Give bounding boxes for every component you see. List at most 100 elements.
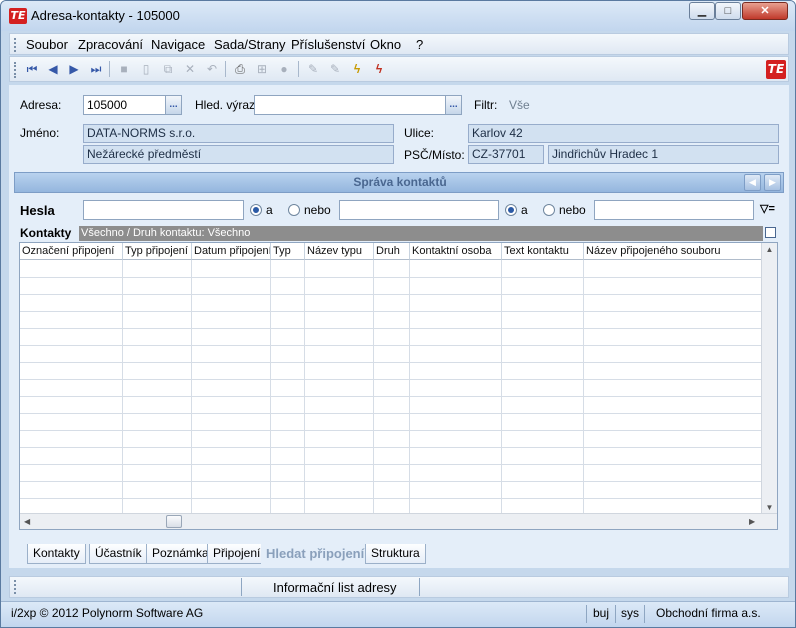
delete-icon[interactable]: ✕ [182, 61, 198, 77]
title-bar[interactable]: TE Adresa-kontakty - 105000 ▁ □ ✕ [1, 1, 795, 31]
radio-a-1[interactable] [250, 204, 262, 216]
toolbar: ⏮ ◀ ▶ ⏭ ■ ▯ ⧉ ✕ ↶ ⎙ ⊞ ● ✎ ✎ ϟ ϟ TE [9, 56, 789, 82]
grid-row-line [20, 277, 762, 278]
column-header-datum[interactable]: Datum připojení [192, 243, 271, 260]
column-header-druh[interactable]: Druh [374, 243, 410, 260]
radio-nebo-1[interactable] [288, 204, 300, 216]
radio-a-2[interactable] [505, 204, 517, 216]
first-record-icon[interactable]: ⏮ [24, 61, 40, 77]
sprava-kontaktu-header: Správa kontaktů ◀ ▶ [14, 172, 784, 193]
vertical-scrollbar[interactable]: ▲ ▼ [761, 243, 777, 514]
menu-bar: Soubor Zpracování Navigace Sada/Strany P… [9, 33, 789, 55]
ulice-label: Ulice: [404, 126, 435, 140]
panel-prev-arrow-icon[interactable]: ◀ [744, 174, 761, 191]
grid-row-line [20, 498, 762, 499]
status-user: buj [593, 606, 610, 620]
contacts-grid[interactable]: Označení připojení Typ připojení Datum p… [19, 242, 778, 530]
column-header-typ-pripojeni[interactable]: Typ připojení [123, 243, 192, 260]
column-header-text-kontaktu[interactable]: Text kontaktu [502, 243, 584, 260]
grid-column-line [304, 260, 305, 514]
menu-zpracovani[interactable]: Zpracování [78, 37, 143, 52]
lightning-cancel-icon[interactable]: ϟ [371, 61, 387, 77]
status-separator [644, 605, 645, 623]
horizontal-scrollbar[interactable]: ◀ ▶ [20, 513, 777, 529]
print-icon[interactable]: ⎙ [232, 61, 248, 77]
tab-pripojeni[interactable]: Připojení [207, 544, 267, 564]
column-header-oznaceni[interactable]: Označení připojení [20, 243, 123, 260]
brand-logo-icon: TE [766, 60, 786, 79]
scroll-right-icon[interactable]: ▶ [749, 517, 755, 526]
maximize-button[interactable]: □ [715, 2, 741, 20]
menu-help[interactable]: ? [416, 37, 423, 52]
last-record-icon[interactable]: ⏭ [88, 61, 104, 77]
grid-column-line [583, 260, 584, 514]
scroll-left-icon[interactable]: ◀ [24, 517, 30, 526]
app-logo-icon: TE [9, 8, 27, 24]
grid-column-line [373, 260, 374, 514]
hesla-input-3[interactable] [594, 200, 754, 220]
menu-prislusenstvi[interactable]: Příslušenství [291, 37, 365, 52]
hesla-input-1[interactable] [83, 200, 244, 220]
undo-icon[interactable]: ↶ [204, 61, 220, 77]
menu-sada-strany[interactable]: Sada/Strany [214, 37, 286, 52]
adresa-input[interactable]: 105000 [83, 95, 167, 115]
grid-row-line [20, 294, 762, 295]
application-window: TE Adresa-kontakty - 105000 ▁ □ ✕ Soubor… [0, 0, 796, 628]
new-icon[interactable]: ▯ [138, 61, 154, 77]
scroll-up-icon[interactable]: ▲ [762, 245, 777, 254]
grid-row-line [20, 447, 762, 448]
next-record-icon[interactable]: ▶ [66, 61, 82, 77]
save-icon[interactable]: ■ [116, 61, 132, 77]
close-button[interactable]: ✕ [742, 2, 788, 20]
edit-icon[interactable]: ✎ [305, 61, 321, 77]
radio-a-1-label: a [266, 203, 273, 217]
menu-navigace[interactable]: Navigace [151, 37, 205, 52]
status-system: sys [621, 606, 639, 620]
info-list-adresy-button[interactable]: Informační list adresy [273, 580, 397, 595]
column-header-kontaktni-osoba[interactable]: Kontaktní osoba [410, 243, 502, 260]
radio-a-2-label: a [521, 203, 528, 217]
panel-title: Správa kontaktů [353, 175, 447, 189]
column-header-nazev-souboru[interactable]: Název připojeného souboru [584, 243, 762, 260]
copy-icon[interactable]: ⧉ [160, 61, 176, 77]
status-company: Obchodní firma a.s. [656, 606, 761, 620]
menu-soubor[interactable]: Soubor [26, 37, 68, 52]
info-bar: Informační list adresy [9, 576, 789, 598]
toolbar-grip[interactable] [14, 62, 17, 78]
infobar-separator [241, 578, 242, 596]
horizontal-scroll-thumb[interactable] [166, 515, 182, 528]
column-header-nazev-typu[interactable]: Název typu [305, 243, 374, 260]
tab-poznamka[interactable]: Poznámka [146, 544, 215, 564]
filter-funnel-icon[interactable]: ▽= [760, 202, 775, 215]
column-chooser-icon[interactable] [765, 227, 776, 238]
cancel-icon[interactable]: ● [276, 61, 292, 77]
menu-okno[interactable]: Okno [370, 37, 401, 52]
panel-next-arrow-icon[interactable]: ▶ [764, 174, 781, 191]
adresa-lookup-button[interactable]: ... [165, 95, 182, 115]
tab-kontakty[interactable]: Kontakty [27, 544, 86, 564]
tab-ucastnik[interactable]: Účastník [89, 544, 148, 564]
tab-hledat-pripojeni[interactable]: Hledat připojení [261, 544, 370, 564]
edit-all-icon[interactable]: ✎ [327, 61, 343, 77]
hled-vyraz-lookup-button[interactable]: ... [445, 95, 462, 115]
scroll-down-icon[interactable]: ▼ [762, 503, 777, 512]
contacts-filter-bar: Všechno / Druh kontaktu: Všechno [79, 226, 763, 241]
infobar-grip[interactable] [14, 580, 16, 594]
jmeno-label: Jméno: [20, 126, 60, 140]
hled-vyraz-label: Hled. výraz: [195, 98, 259, 112]
adresa-label: Adresa: [20, 98, 62, 112]
lightning-icon[interactable]: ϟ [349, 61, 365, 77]
prev-record-icon[interactable]: ◀ [45, 61, 61, 77]
radio-nebo-2[interactable] [543, 204, 555, 216]
tab-struktura[interactable]: Struktura [365, 544, 426, 564]
hled-vyraz-input[interactable] [254, 95, 447, 115]
hesla-input-2[interactable] [339, 200, 499, 220]
toolbar-separator [225, 61, 226, 77]
main-content: Adresa: 105000 ... Hled. výraz: ... Filt… [9, 85, 789, 568]
minimize-button[interactable]: ▁ [689, 2, 715, 20]
column-header-typ[interactable]: Typ [271, 243, 305, 260]
tree-icon[interactable]: ⊞ [254, 61, 270, 77]
grid-row-line [20, 464, 762, 465]
menubar-grip[interactable] [14, 38, 17, 52]
copyright-text: i/2xp © 2012 Polynorm Software AG [11, 606, 204, 620]
